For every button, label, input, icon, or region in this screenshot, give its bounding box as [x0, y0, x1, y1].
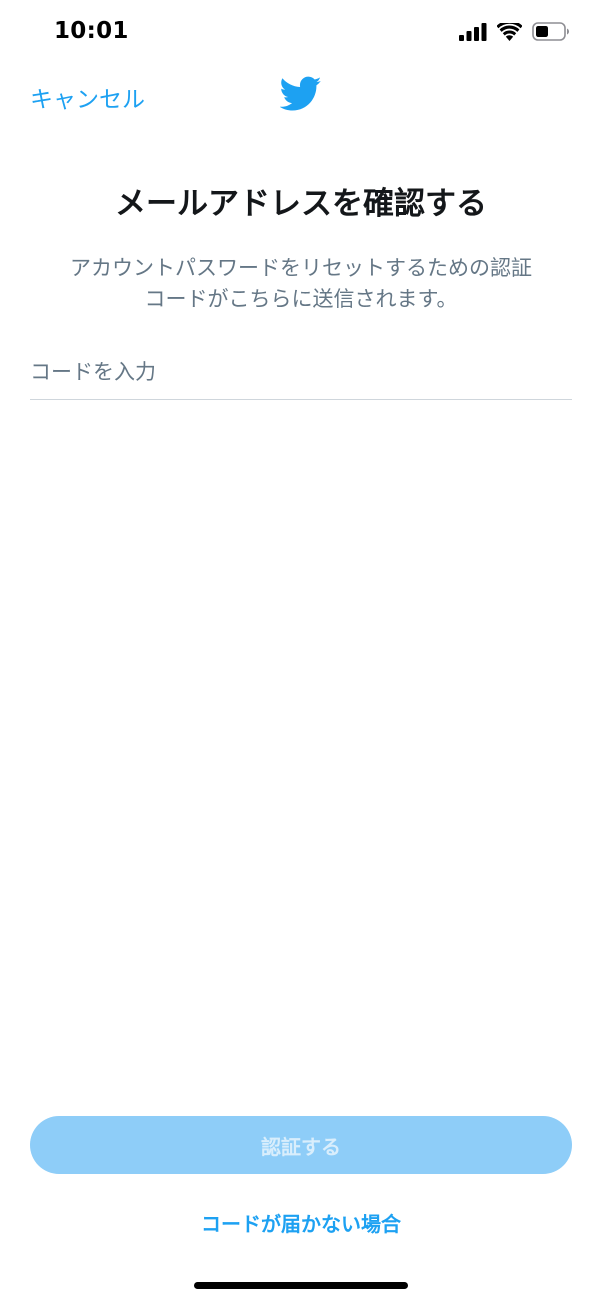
cancel-button[interactable]: キャンセル: [30, 80, 145, 114]
description-line-2: コードがこちらに送信されます。: [144, 287, 458, 311]
page-title: メールアドレスを確認する: [115, 186, 487, 222]
no-code-link[interactable]: コードが届かない場合: [0, 1208, 602, 1237]
code-input[interactable]: [30, 344, 572, 400]
twitter-bird-icon: [280, 76, 322, 111]
status-time: 10:01: [54, 18, 129, 44]
verify-button[interactable]: 認証する: [30, 1116, 572, 1174]
battery-icon: [532, 22, 569, 41]
status-icons: [459, 22, 570, 41]
home-indicator: [194, 1282, 408, 1289]
page-description: アカウントパスワードをリセットするための認証 コードがこちらに送信されます。: [40, 253, 562, 315]
signal-icon: [459, 22, 487, 41]
wifi-icon: [497, 22, 522, 41]
description-line-1: アカウントパスワードをリセットするための認証: [70, 256, 532, 280]
